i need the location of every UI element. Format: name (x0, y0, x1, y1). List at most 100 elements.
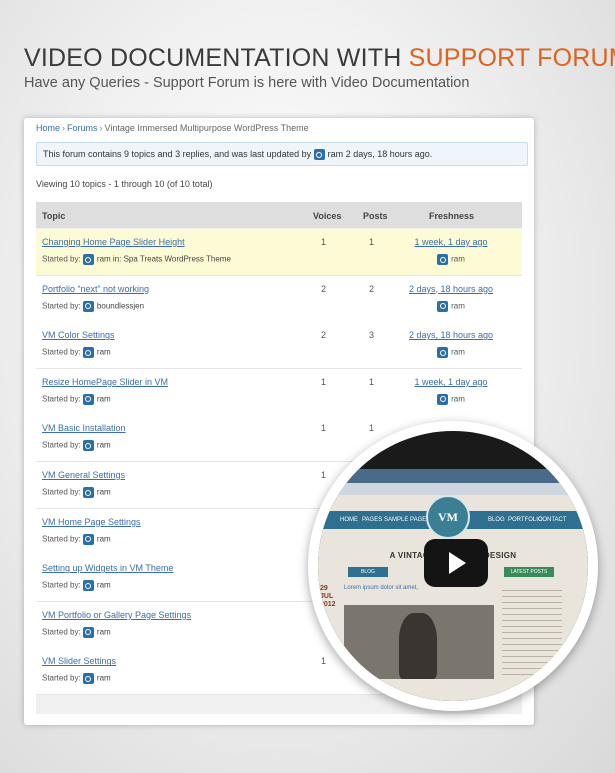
topic-author[interactable]: ram in: Spa Treats WordPress Theme (97, 255, 231, 264)
play-button[interactable] (424, 539, 488, 587)
topic-started-by: Started by: ram (42, 440, 111, 452)
topic-title-link[interactable]: Resize HomePage Slider in VM (42, 377, 168, 387)
user-avatar-icon (437, 347, 449, 359)
topic-title-link[interactable]: VM Slider Settings (42, 656, 116, 666)
table-header: Topic Voices Posts Freshness (36, 202, 522, 228)
topic-posts: 1 (369, 423, 375, 434)
user-avatar-icon (437, 300, 449, 312)
topic-author[interactable]: ram (97, 674, 111, 683)
started-by-label: Started by: (42, 347, 81, 357)
topic-posts: 1 (369, 237, 375, 247)
freshness-user: ram (396, 254, 506, 265)
topic-author[interactable]: ram (97, 534, 111, 543)
topic-freshness-link[interactable]: 2 days, 18 hours ago (396, 330, 506, 340)
user-avatar-icon (437, 393, 449, 405)
started-by-label: Started by: (42, 627, 81, 637)
site-nav-item: PAGES (362, 517, 383, 523)
started-by-label: Started by: (42, 441, 81, 450)
site-nav-item: BLOG (488, 517, 505, 523)
topic-title-link[interactable]: VM Color Settings (42, 330, 115, 340)
table-row: VM Color Settings Started by: ram 2 3 2 days… (36, 322, 522, 370)
header-freshness: Freshness (429, 211, 475, 221)
breadcrumb-forums-link[interactable]: Forums (67, 123, 98, 133)
user-avatar-icon (82, 300, 94, 312)
page-heading: VIDEO DOCUMENTATION WITH SUPPORT FORUM (24, 44, 615, 73)
topic-title-link[interactable]: Changing Home Page Slider Height (42, 237, 185, 247)
topic-author[interactable]: ram (97, 348, 111, 357)
topic-author[interactable]: ram (97, 627, 111, 636)
topic-started-by: Started by: ram (42, 626, 111, 638)
notice-text: This forum contains 9 topics and 3 repli… (43, 149, 312, 159)
freshness-user-name[interactable]: ram (451, 394, 465, 403)
topic-title-link[interactable]: VM General Settings (42, 470, 125, 480)
topic-author[interactable]: ram (97, 441, 111, 450)
topic-author[interactable]: ram (97, 488, 111, 497)
started-by-label: Started by: (42, 254, 81, 264)
site-post-date: 29 JUL 2012 (320, 585, 336, 609)
freshness-user: ram (396, 300, 506, 312)
date-day: 29 (320, 585, 328, 592)
topic-title-link[interactable]: Portfolio “next” not working (42, 284, 149, 294)
user-avatar-icon (82, 393, 94, 405)
breadcrumb-separator: › (99, 123, 103, 133)
topic-started-by: Started by: ram (42, 673, 111, 685)
page-subheading: Have any Queries - Support Forum is here… (24, 75, 470, 91)
topic-started-by: Started by: ram (42, 347, 111, 359)
table-row: Resize HomePage Slider in VM Started by: … (36, 368, 522, 416)
forum-info-notice: This forum contains 9 topics and 3 repli… (36, 142, 528, 166)
started-by-label: Started by: (42, 301, 81, 311)
topic-posts: 3 (369, 330, 375, 341)
video-thumbnail[interactable]: HOME PAGES SAMPLE PAGE BLOG PORTFOLIO CO… (308, 421, 598, 711)
table-row: Portfolio “next” not working Started by: … (36, 275, 522, 323)
started-by-label: Started by: (42, 487, 81, 497)
freshness-user: ram (396, 347, 506, 359)
site-blog-label: BLOG (348, 567, 388, 577)
freshness-user-name[interactable]: ram (451, 255, 465, 264)
site-post-title: Lorem ipsum dolor sit amet, (344, 585, 419, 591)
freshness-user-name[interactable]: ram (451, 301, 465, 310)
user-avatar-icon (82, 580, 94, 592)
topic-author[interactable]: ram (97, 394, 111, 403)
topic-voices: 2 (321, 330, 327, 341)
user-avatar-icon (82, 533, 94, 545)
site-latest-label: LATEST POSTS (504, 567, 554, 577)
topic-started-by: Started by: boundlessjen (42, 300, 144, 312)
topic-author[interactable]: ram (97, 581, 111, 590)
site-logo: VM (426, 495, 470, 539)
header-posts: Posts (363, 211, 388, 221)
breadcrumb: Home › Forums › Vintage Immersed Multipurpos… (36, 123, 309, 133)
topic-freshness-link[interactable]: 1 week, 1 day ago (396, 237, 506, 247)
notice-ago: 2 days, 18 hours ago. (345, 149, 433, 159)
topic-posts: 2 (369, 283, 375, 294)
notice-user[interactable]: ram (328, 149, 344, 159)
topic-title-link[interactable]: Setting up Widgets in VM Theme (42, 563, 173, 573)
user-avatar-icon (82, 347, 94, 359)
site-nav-item: HOME (340, 517, 358, 523)
topic-voices: 1 (321, 237, 327, 247)
topic-title-link[interactable]: VM Basic Installation (42, 423, 126, 433)
topic-freshness-link[interactable]: 2 days, 18 hours ago (396, 284, 506, 294)
user-avatar-icon (82, 440, 94, 452)
browser-titlebar (318, 469, 588, 483)
topic-posts: 1 (369, 376, 375, 387)
user-avatar-icon (82, 626, 94, 638)
topic-started-by: Started by: ram (42, 580, 111, 592)
topic-voices: 1 (321, 376, 327, 387)
topic-title-link[interactable]: VM Home Page Settings (42, 517, 141, 527)
heading-main: VIDEO DOCUMENTATION WITH (24, 44, 409, 72)
breadcrumb-separator: › (62, 123, 66, 133)
topic-author[interactable]: boundlessjen (97, 301, 144, 310)
play-icon (449, 552, 466, 574)
topic-started-by: Started by: ram (42, 487, 111, 498)
user-avatar-icon (82, 254, 94, 265)
freshness-user-name[interactable]: ram (451, 348, 465, 357)
topic-freshness-link[interactable]: 1 week, 1 day ago (396, 377, 506, 387)
photo-person (399, 613, 437, 679)
topic-count: Viewing 10 topics - 1 through 10 (of 10 … (36, 179, 213, 189)
date-month: JUL (320, 593, 334, 600)
topic-title-link[interactable]: VM Portfolio or Gallery Page Settings (42, 610, 191, 620)
started-by-label: Started by: (42, 394, 81, 404)
header-voices: Voices (313, 211, 342, 221)
site-sidebar-text (502, 585, 562, 675)
breadcrumb-home-link[interactable]: Home (36, 123, 60, 133)
